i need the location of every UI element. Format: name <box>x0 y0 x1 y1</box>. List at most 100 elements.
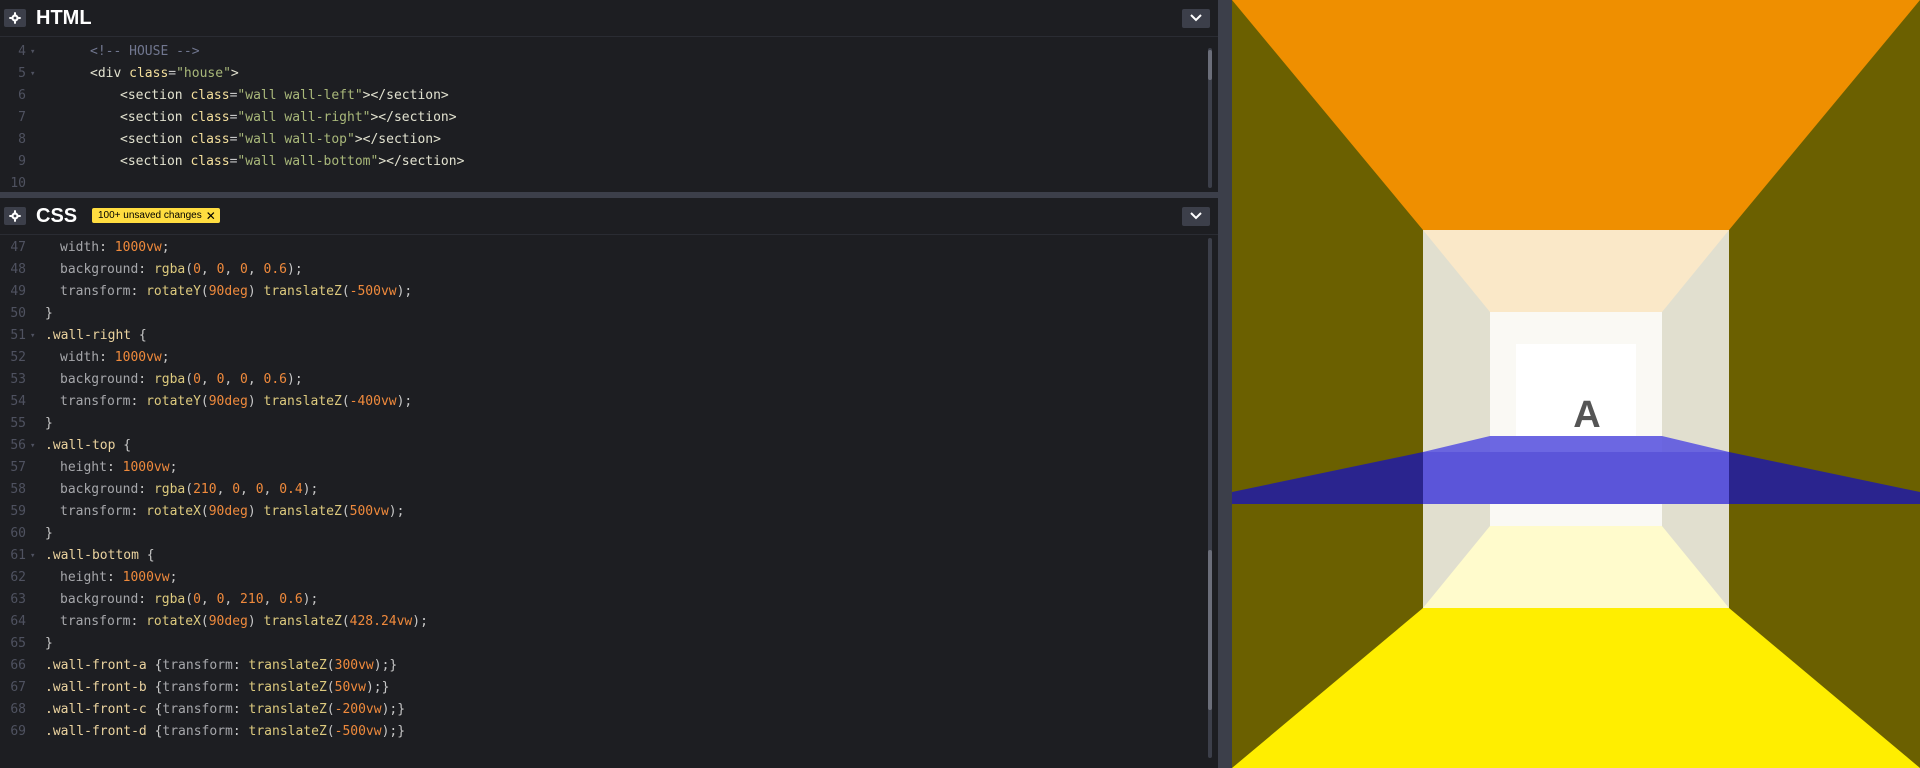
html-scrollbar[interactable] <box>1208 48 1212 188</box>
code-token: : <box>99 350 115 365</box>
code-token: 0.6 <box>263 372 288 387</box>
code-token: ( <box>341 284 350 299</box>
code-line[interactable]: 68 .wall-front-c {transform: translateZ(-… <box>0 699 1200 721</box>
code-text: <section class="wall wall-left"></sectio… <box>120 85 449 107</box>
css-panel-header: CSS 100+ unsaved changes ✕ <box>0 198 1218 235</box>
fold-toggle-icon[interactable]: ▾ <box>30 41 35 63</box>
code-token: ( <box>185 372 194 387</box>
line-number: 57 <box>10 460 26 475</box>
html-settings-button[interactable] <box>4 9 26 27</box>
html-collapse-button[interactable] <box>1182 9 1210 28</box>
css-scrollbar[interactable] <box>1208 238 1212 758</box>
code-token: ; <box>169 460 178 475</box>
code-token: : <box>138 372 154 387</box>
css-scrollbar-thumb[interactable] <box>1208 550 1212 710</box>
code-line[interactable]: 10 <box>0 173 1200 192</box>
line-number: 54 <box>10 394 26 409</box>
code-line[interactable]: 58 background: rgba(210, 0, 0, 0.4); <box>0 479 1200 501</box>
line-number: 4 <box>18 44 26 59</box>
code-line[interactable]: 69 .wall-front-d {transform: translateZ(-… <box>0 721 1200 743</box>
code-text: <section class="wall wall-top"></section… <box>120 129 441 151</box>
code-token: 1000vw <box>114 350 162 365</box>
code-line[interactable]: 67 .wall-front-b {transform: translateZ(5… <box>0 677 1200 699</box>
code-token: , <box>240 482 256 497</box>
css-settings-button[interactable] <box>4 207 26 225</box>
code-token: ( <box>326 680 335 695</box>
code-line[interactable]: 66 .wall-front-a {transform: translateZ(3… <box>0 655 1200 677</box>
code-token: ); <box>302 482 319 497</box>
code-token: 0.4 <box>279 482 303 497</box>
code-token: ); <box>412 614 428 629</box>
code-line[interactable]: 65} <box>0 633 1200 655</box>
code-token: 0 <box>193 592 201 607</box>
code-token: 0 <box>193 372 201 387</box>
close-icon[interactable]: ✕ <box>206 210 216 222</box>
code-line[interactable]: 52 width: 1000vw; <box>0 347 1200 369</box>
code-token: );} <box>373 658 398 673</box>
unsaved-changes-badge[interactable]: 100+ unsaved changes ✕ <box>92 208 220 223</box>
code-text: } <box>45 303 53 325</box>
line-number: 47 <box>10 240 26 255</box>
code-token: rotateY <box>146 394 201 409</box>
code-token: ) <box>247 504 264 519</box>
code-token: );} <box>381 724 406 739</box>
code-text: <div class="house"> <box>90 63 239 85</box>
code-token: 428.24vw <box>349 614 413 629</box>
code-line[interactable]: 5 ▾ <div class="house"> <box>0 63 1200 85</box>
code-line[interactable]: 59 transform: rotateX(90deg) translateZ(5… <box>0 501 1200 523</box>
code-line[interactable]: 48 background: rgba(0, 0, 0, 0.6); <box>0 259 1200 281</box>
code-line[interactable]: 54 transform: rotateY(90deg) translateZ(-… <box>0 391 1200 413</box>
code-line[interactable]: 56 ▾ .wall-top { <box>0 435 1200 457</box>
code-line[interactable]: 50} <box>0 303 1200 325</box>
code-token: ></section> <box>362 88 449 103</box>
code-token: 0 <box>240 262 248 277</box>
code-token: ); <box>287 262 303 277</box>
code-token: } <box>45 526 53 541</box>
code-line[interactable]: 55} <box>0 413 1200 435</box>
code-token: { <box>138 548 155 563</box>
code-line[interactable]: 53 background: rgba(0, 0, 0, 0.6); <box>0 369 1200 391</box>
code-token: : <box>130 614 147 629</box>
code-token: { <box>146 680 163 695</box>
code-token: <!-- HOUSE --> <box>90 44 200 59</box>
code-text: } <box>45 413 53 435</box>
html-code-editor[interactable]: 4 ▾ <!-- HOUSE --> 5 ▾ <div class="house"> 6 <s… <box>0 37 1218 192</box>
code-line[interactable]: 8 <section class="wall wall-top"></sectio… <box>0 129 1200 151</box>
css-code-editor[interactable]: 47 width: 1000vw; 48 background: rgba(0, 0,… <box>0 235 1218 768</box>
code-token: class <box>190 88 230 103</box>
code-token: { <box>131 328 147 343</box>
code-line[interactable]: 64 transform: rotateX(90deg) translateZ(4… <box>0 611 1200 633</box>
css-collapse-button[interactable] <box>1182 207 1210 226</box>
code-line[interactable]: 6 <section class="wall wall-left"></secti… <box>0 85 1200 107</box>
code-token: : <box>138 262 154 277</box>
code-line[interactable]: 62 height: 1000vw; <box>0 567 1200 589</box>
code-line[interactable]: 61 ▾ .wall-bottom { <box>0 545 1200 567</box>
code-line[interactable]: 63 background: rgba(0, 0, 210, 0.6); <box>0 589 1200 611</box>
code-text: .wall-bottom { <box>45 545 155 567</box>
code-token: ( <box>200 504 209 519</box>
code-line[interactable]: 9 <section class="wall wall-bottom"></sec… <box>0 151 1200 173</box>
code-text: height: 1000vw; <box>60 567 177 589</box>
code-token: <section <box>120 132 191 147</box>
code-line[interactable]: 47 width: 1000vw; <box>0 237 1200 259</box>
code-line[interactable]: 51 ▾ .wall-right { <box>0 325 1200 347</box>
code-line[interactable]: 7 <section class="wall wall-right"></sect… <box>0 107 1200 129</box>
code-token: : <box>232 658 249 673</box>
code-token: <section <box>120 88 191 103</box>
gear-icon <box>9 210 21 222</box>
code-token: : <box>232 724 249 739</box>
css-editor-panel: CSS 100+ unsaved changes ✕ 47 width: 1000… <box>0 198 1218 768</box>
code-line[interactable]: 60} <box>0 523 1200 545</box>
fold-toggle-icon[interactable]: ▾ <box>30 63 35 85</box>
html-scrollbar-thumb[interactable] <box>1208 50 1212 80</box>
code-line[interactable]: 4 ▾ <!-- HOUSE --> <box>0 41 1200 63</box>
code-line[interactable]: 49 transform: rotateY(90deg) translateZ(-… <box>0 281 1200 303</box>
code-token: .wall-right <box>45 328 132 343</box>
code-text: transform: rotateY(90deg) translateZ(-50… <box>60 281 412 303</box>
code-token: : <box>138 592 154 607</box>
fold-toggle-icon[interactable]: ▾ <box>30 435 35 457</box>
code-line[interactable]: 57 height: 1000vw; <box>0 457 1200 479</box>
fold-toggle-icon[interactable]: ▾ <box>30 325 35 347</box>
pane-resizer[interactable] <box>1218 0 1232 768</box>
fold-toggle-icon[interactable]: ▾ <box>30 545 35 567</box>
